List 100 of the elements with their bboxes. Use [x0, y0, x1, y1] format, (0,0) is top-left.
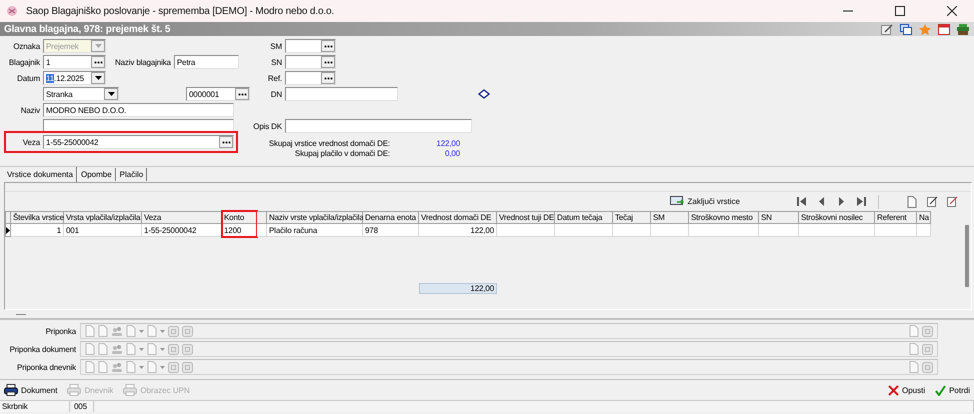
column-header[interactable]: Vrednost tuji DE [497, 211, 555, 224]
first-button[interactable] [794, 194, 808, 208]
edit-button[interactable] [880, 22, 894, 36]
caret-icon [160, 348, 165, 350]
input-field[interactable]: 1 [43, 55, 106, 69]
caret-icon [94, 44, 102, 48]
column-header[interactable]: Tečaj [613, 211, 651, 224]
table-cell: 001 [64, 224, 142, 237]
column-header[interactable]: SM [651, 211, 689, 224]
input-field[interactable] [285, 71, 336, 85]
table-cell [257, 224, 267, 237]
browse-button[interactable] [91, 56, 105, 68]
table-cell [555, 224, 613, 237]
input-field[interactable] [285, 119, 472, 133]
star-icon [919, 24, 931, 34]
confirm-button[interactable]: Potrdi [935, 384, 970, 396]
input-field[interactable]: 0000001 [186, 87, 250, 101]
browse-button[interactable] [235, 88, 249, 100]
total-label: Skupaj plačilo v domači DE: [294, 149, 390, 159]
first-icon [796, 197, 806, 206]
app-icon [6, 5, 18, 17]
field-label: SM [269, 42, 282, 50]
table-cell: 1-55-25000042 [142, 224, 222, 237]
table-cell [917, 224, 931, 237]
attachment-label: Priponka dokument [8, 344, 76, 354]
people-icon [111, 362, 123, 372]
edit-icon [926, 196, 938, 207]
column-header[interactable]: SN [759, 211, 799, 224]
cancel-button[interactable]: Opusti [888, 384, 926, 396]
new-document-icon [907, 196, 917, 208]
column-header[interactable]: Številka vrstice [11, 211, 64, 224]
table-cell [651, 224, 689, 237]
books-button[interactable] [956, 22, 970, 36]
ellipsis-icon [324, 60, 332, 64]
printer-icon [67, 384, 82, 396]
table-cell: 1200 [222, 224, 257, 237]
date-field[interactable]: 11.12.2025 [43, 71, 106, 85]
field-label: DN [270, 90, 282, 98]
tab[interactable]: Opombe [76, 168, 116, 181]
column-header[interactable]: Referent [875, 211, 917, 224]
monitor-icon [670, 196, 684, 207]
print-button[interactable]: Dokument [4, 384, 58, 396]
calendar-button[interactable] [937, 22, 951, 36]
attachment-label: Priponka [44, 326, 76, 336]
new-row-button[interactable] [905, 194, 919, 208]
column-header[interactable]: Naziv vrste vplačila/izplačila [267, 211, 363, 224]
delete-row-button[interactable] [945, 194, 959, 208]
close-rows-button[interactable]: Zaključi vrstice [668, 194, 742, 210]
column-header[interactable]: Vrsta vplačila/izplačila [64, 211, 142, 224]
browse-button[interactable] [321, 72, 335, 84]
maximize-icon [895, 6, 905, 16]
ellipsis-icon [324, 44, 332, 48]
total-value: 0,00 [445, 149, 460, 159]
column-header[interactable]: Na [917, 211, 931, 224]
close-icon [888, 384, 899, 396]
column-header[interactable]: Veza [142, 211, 222, 224]
input-field[interactable] [285, 55, 336, 69]
column-header[interactable]: Denarna enota [363, 211, 419, 224]
field-label: SN [270, 58, 282, 66]
people-icon [111, 326, 123, 336]
total-label: Skupaj vrstice vrednost domači DE: [268, 139, 390, 149]
input-field[interactable]: Petra [174, 55, 239, 69]
caret-icon [108, 92, 114, 96]
dropdown-button[interactable] [104, 88, 118, 100]
field-label: Ref. [266, 74, 282, 82]
form-title: Glavna blagajna, 978: prejemek št. 5 [4, 24, 172, 34]
field-label: Oznaka [12, 42, 40, 50]
attachment-label: Priponka dnevnik [16, 362, 76, 372]
tab[interactable]: Plačilo [116, 168, 148, 181]
input-field[interactable] [285, 87, 398, 101]
column-header[interactable]: Stroškovno mesto [689, 211, 759, 224]
browse-button[interactable] [321, 56, 335, 68]
browse-button[interactable] [219, 136, 233, 148]
table-cell [689, 224, 759, 237]
column-header[interactable]: Vrednost domači DE [419, 211, 497, 224]
input-field[interactable] [285, 39, 336, 53]
window-button[interactable] [899, 22, 913, 36]
input-field[interactable]: MODRO NEBO D.O.O. [43, 103, 234, 117]
field-label: Opis DK [252, 122, 282, 130]
edit-row-button[interactable] [925, 194, 939, 208]
column-header[interactable]: Datum tečaja [555, 211, 613, 224]
check-icon [935, 384, 946, 396]
table-cell [613, 224, 651, 237]
table-cell: 978 [363, 224, 419, 237]
column-header[interactable]: Stroškovni nosilec [799, 211, 875, 224]
field-label: Naziv blagajnika [115, 58, 171, 66]
ellipsis-icon [222, 140, 230, 144]
field-label: Blagajnik [8, 58, 40, 66]
input-field[interactable]: 1-55-25000042 [43, 135, 234, 149]
books-icon [957, 24, 969, 34]
printer-icon [123, 384, 138, 396]
dropdown-button[interactable] [91, 72, 105, 84]
column-total: 122,00 [419, 283, 497, 294]
table-cell [759, 224, 799, 237]
tab[interactable]: Vrstice dokumenta [4, 167, 77, 182]
last-button[interactable] [854, 194, 868, 208]
partner-type-dropdown[interactable]: Stranka [43, 87, 119, 101]
next-icon [836, 197, 846, 206]
caret-icon [160, 366, 165, 368]
browse-button[interactable] [321, 40, 335, 52]
